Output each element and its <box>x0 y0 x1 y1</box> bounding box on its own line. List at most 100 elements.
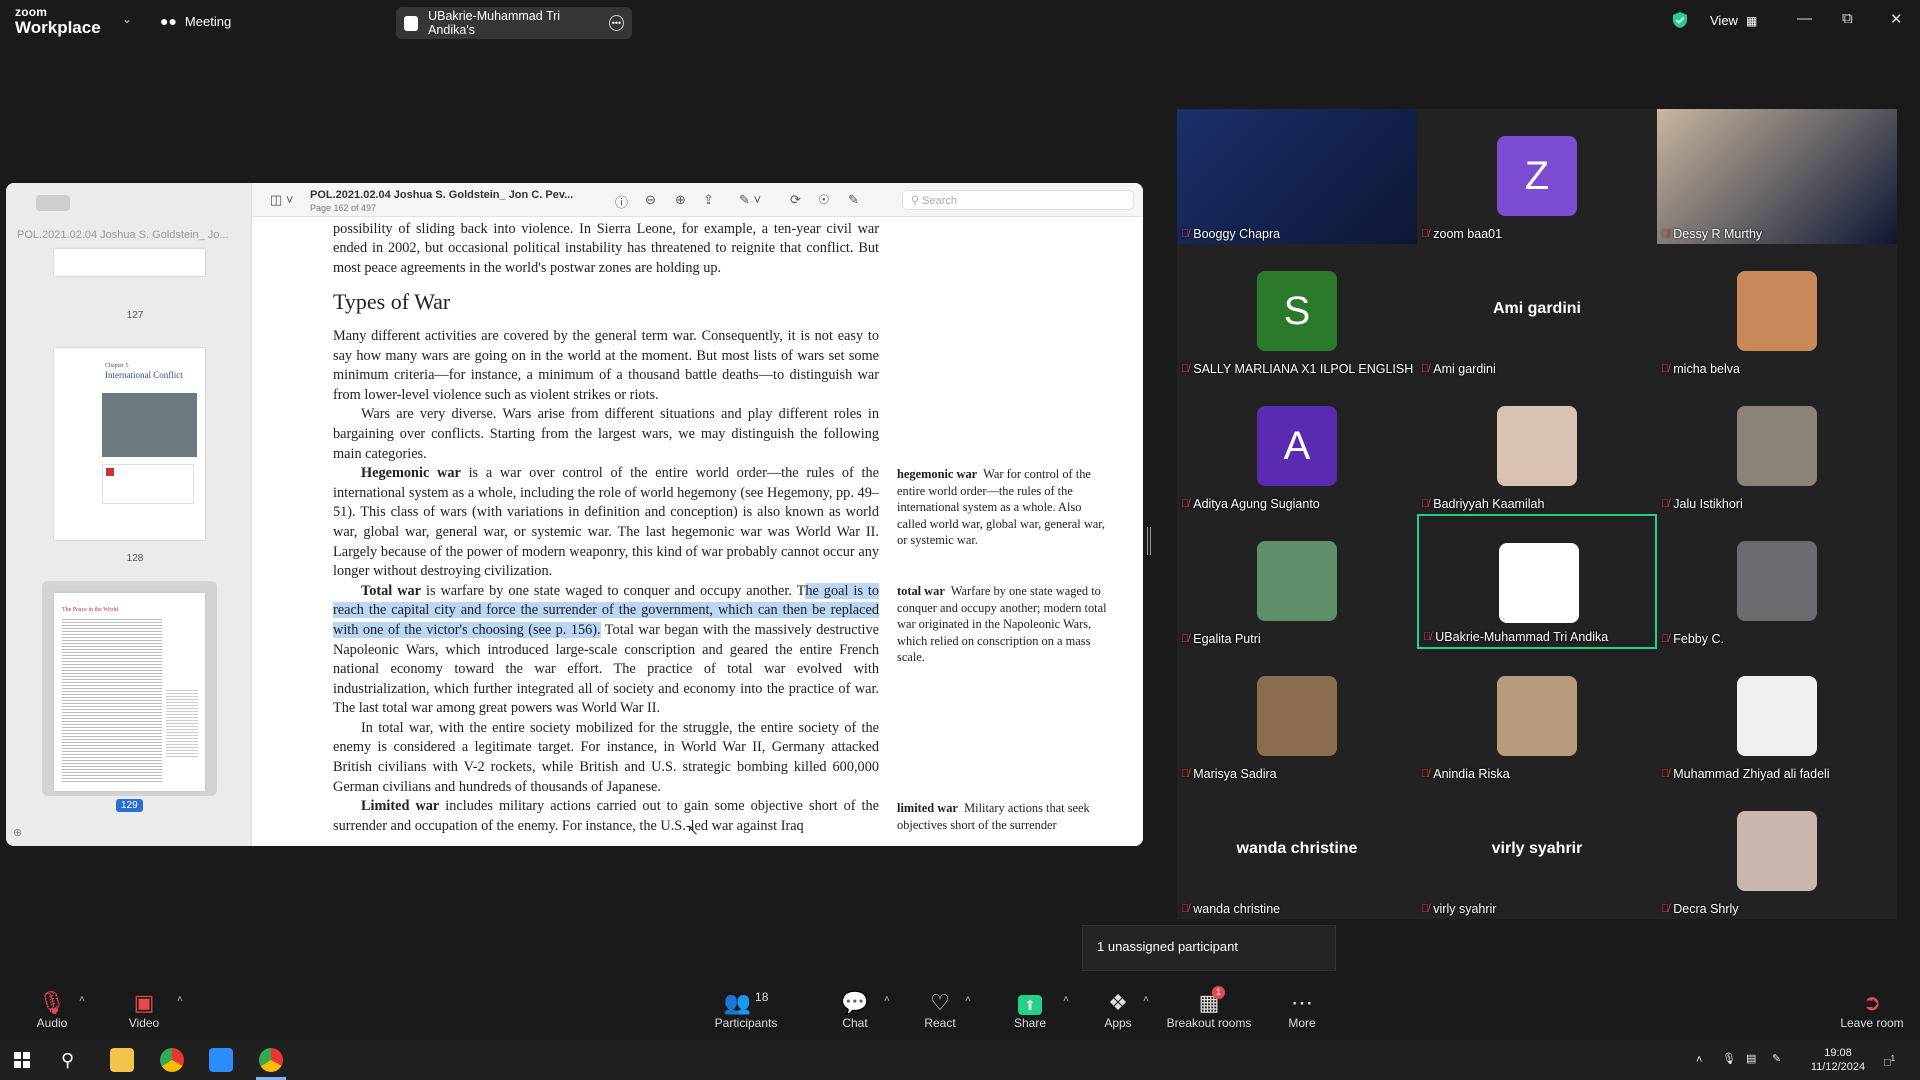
info-icon[interactable]: ⓘ <box>615 192 628 211</box>
sidebar-toggle-button[interactable] <box>36 195 70 211</box>
paragraph-4[interactable]: Total war is warfare by one state waged … <box>333 582 879 719</box>
zoom-out-icon[interactable]: ⊖ <box>645 192 656 208</box>
more-options-icon[interactable]: ••• <box>608 15 624 31</box>
zoom-app-icon[interactable] <box>209 1048 233 1072</box>
chat-label: Chat <box>842 1016 868 1030</box>
chat-options-caret-icon[interactable]: ˄ <box>884 994 890 1005</box>
chrome-active-icon[interactable] <box>259 1048 283 1072</box>
participant-tile[interactable]: 🎙̸ Badriyyah Kaamilah <box>1417 379 1657 514</box>
mic-muted-icon: 🎙̸ <box>1181 633 1190 645</box>
participant-gallery: 🎙̸ Booggy Chapra Z 🎙̸ zoom baa01 🎙̸ Dessy R Mu… <box>1177 109 1897 919</box>
network-icon[interactable]: ▤ <box>1746 1052 1756 1066</box>
search-icon[interactable]: ⚲ <box>61 1050 74 1071</box>
avatar-initial: S <box>1257 271 1337 351</box>
participant-tile[interactable]: Ami gardini 🎙̸ Ami gardini <box>1417 244 1657 379</box>
annotate-icon[interactable]: ☉ <box>818 192 830 208</box>
zoom-in-icon[interactable]: ⊕ <box>675 192 686 208</box>
participant-tile[interactable]: S 🎙̸ SALLY MARLIANA X1 ILPOL ENGLISH <box>1177 244 1417 379</box>
minimize-icon[interactable]: — <box>1797 10 1812 27</box>
search-placeholder: Search <box>922 195 957 207</box>
participants-icon-wrap: 👥 18 <box>723 990 769 1015</box>
file-explorer-icon[interactable] <box>110 1048 134 1072</box>
note-term: hegemonic war <box>897 467 978 481</box>
microphone-tray-icon[interactable]: 🎙 <box>1722 1052 1736 1066</box>
thumbnail-number: 128 <box>126 553 144 564</box>
participant-tile[interactable]: wanda christine 🎙̸ wanda christine <box>1177 784 1417 919</box>
share-icon[interactable]: ⇪ <box>703 192 714 208</box>
mic-muted-icon: 🎙̸ <box>1421 228 1430 240</box>
sidebar-view-icon[interactable]: ◫ ˅ <box>270 192 294 208</box>
video-off-icon: ▣ <box>133 990 155 1015</box>
pdf-thumbnail-sidebar: POL.2021.02.04 Joshua S. Goldstein_ Jo..… <box>6 183 252 846</box>
participant-tile[interactable]: 🎙̸ Decra Shrly <box>1657 784 1897 919</box>
tray-chevron-icon[interactable]: ˄ <box>1696 1053 1702 1067</box>
screen-share-pill[interactable]: UBakrie-Muhammad Tri Andika's ••• <box>396 7 632 39</box>
close-icon[interactable]: ✕ <box>1890 10 1903 28</box>
apps-options-caret-icon[interactable]: ˄ <box>1143 994 1149 1005</box>
rotate-icon[interactable]: ⟳ <box>790 192 801 208</box>
more-button[interactable]: ⋯ More <box>1282 990 1322 1030</box>
participant-tile[interactable]: 🎙̸ Muhammad Zhiyad ali fadeli <box>1657 649 1897 784</box>
meeting-button[interactable]: ●● Meeting <box>160 13 231 29</box>
notification-icon[interactable]: □1 <box>1884 1052 1895 1070</box>
participants-button[interactable]: 👥 18 Participants <box>710 990 782 1030</box>
windows-start-icon[interactable] <box>14 1052 30 1068</box>
breakout-rooms-button[interactable]: ▦ 1 Breakout rooms <box>1164 986 1254 1030</box>
chevron-down-icon[interactable]: ⌄ <box>122 12 132 26</box>
participants-icon: ●● <box>160 13 177 29</box>
participants-label: Participants <box>714 1016 778 1030</box>
participant-display-name: virly syahrir <box>1491 840 1583 857</box>
react-button[interactable]: ♡ React <box>920 990 960 1030</box>
participant-tile[interactable]: 🎙̸ Jalu Istikhori <box>1657 379 1897 514</box>
markup-pen-icon[interactable]: ✎ ˅ <box>739 192 761 208</box>
participant-tile[interactable]: 🎙̸ micha belva <box>1657 244 1897 379</box>
participant-name-tag: 🎙̸ Jalu Istikhori <box>1661 497 1743 511</box>
participant-tile[interactable]: 🎙̸ UBakrie-Muhammad Tri Andika <box>1417 514 1657 649</box>
note-term: limited war <box>897 801 958 815</box>
participant-tile[interactable]: 🎙̸ Febby C. <box>1657 514 1897 649</box>
participant-tile[interactable]: 🎙̸ Dessy R Murthy <box>1657 109 1897 244</box>
unassigned-participant-notice[interactable]: 1 unassigned participant <box>1082 925 1336 971</box>
apps-button[interactable]: ❖ Apps <box>1098 990 1138 1030</box>
zoom-logo: zoom Workplace <box>15 6 101 36</box>
participant-tile[interactable]: Z 🎙̸ zoom baa01 <box>1417 109 1657 244</box>
margin-note-total-war: total war Warfare by one state waged to … <box>897 583 1107 666</box>
pdf-search-input[interactable]: ⚲ Search <box>902 190 1134 210</box>
audio-options-caret-icon[interactable]: ˄ <box>79 994 85 1005</box>
audio-button[interactable]: 🎙 Audio <box>32 990 72 1030</box>
participant-tile[interactable]: 🎙̸ Booggy Chapra <box>1177 109 1417 244</box>
participant-tile[interactable]: virly syahrir 🎙̸ virly syahrir <box>1417 784 1657 919</box>
chat-button[interactable]: 💬 Chat <box>835 990 875 1030</box>
clock-time: 19:08 <box>1824 1047 1852 1059</box>
thumbnail-page-127[interactable] <box>54 249 205 276</box>
sidebar-title: POL.2021.02.04 Joshua S. Goldstein_ Jo..… <box>17 229 229 241</box>
video-button[interactable]: ▣ Video <box>124 990 164 1030</box>
participant-tile[interactable]: A 🎙̸ Aditya Agung Sugianto <box>1177 379 1417 514</box>
security-shield-icon[interactable] <box>1672 11 1688 29</box>
search-icon: ⚲ <box>911 195 920 207</box>
current-page-badge: 129 <box>116 799 143 812</box>
form-fill-icon[interactable]: ✎ <box>848 192 859 208</box>
participant-name-tag: 🎙̸ virly syahrir <box>1421 902 1496 916</box>
participant-tile[interactable]: 🎙̸ Marisya Sadira <box>1177 649 1417 784</box>
mic-muted-icon: 🎙̸ <box>1661 903 1670 915</box>
pen-icon[interactable]: ✎ <box>1772 1052 1781 1066</box>
share-options-caret-icon[interactable]: ˄ <box>1063 994 1069 1005</box>
participant-name: Jalu Istikhori <box>1673 497 1743 511</box>
participant-tile[interactable]: 🎙̸ Egalita Putri <box>1177 514 1417 649</box>
participant-tile[interactable]: 🎙̸ Anindia Riska <box>1417 649 1657 784</box>
thumbnail-page-129[interactable]: The Peace in the World <box>54 593 205 791</box>
clock[interactable]: 19:08 11/12/2024 <box>1808 1046 1868 1074</box>
chrome-icon[interactable] <box>160 1048 184 1072</box>
view-button[interactable]: View ▦ <box>1710 13 1757 28</box>
share-screen-button[interactable]: ⬆ Share <box>1010 990 1050 1030</box>
restore-icon[interactable]: ⧉ <box>1842 10 1853 27</box>
mic-muted-icon: 🎙̸ <box>1421 498 1430 510</box>
thumbnail-page-128[interactable]: Chapter 5 International Conflict <box>54 348 205 540</box>
video-options-caret-icon[interactable]: ˄ <box>177 994 183 1005</box>
leave-room-button[interactable]: ➲ Leave room <box>1838 990 1906 1030</box>
add-page-icon[interactable]: ⊕ <box>13 826 22 839</box>
split-drag-handle[interactable] <box>1147 527 1151 555</box>
react-options-caret-icon[interactable]: ˄ <box>965 994 971 1005</box>
more-icon: ⋯ <box>1291 990 1313 1015</box>
